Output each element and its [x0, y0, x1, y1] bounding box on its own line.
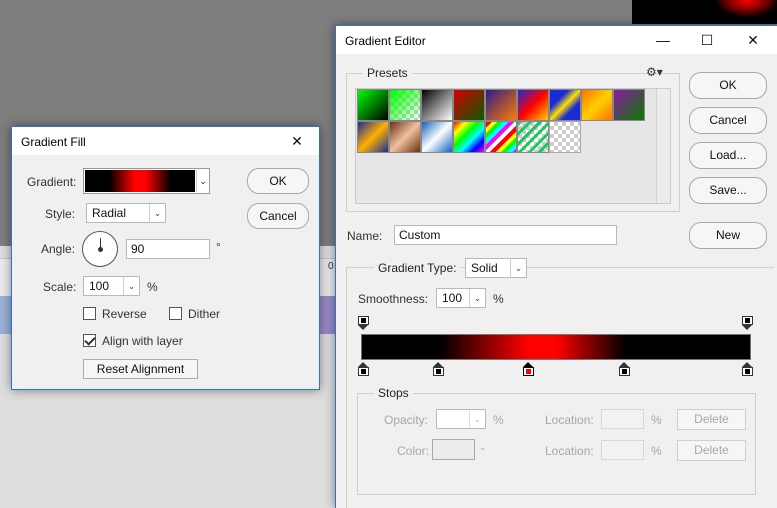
angle-unit: ° — [216, 240, 221, 254]
ok-button[interactable]: OK — [247, 168, 309, 194]
angle-label: Angle: — [41, 242, 76, 256]
gradient-label: Gradient: — [27, 175, 77, 189]
save-button[interactable]: Save... — [689, 177, 767, 204]
angle-input[interactable]: 90 — [126, 239, 210, 259]
smoothness-combobox[interactable]: 100 ⌄ — [436, 288, 486, 308]
chevron-down-icon[interactable]: ⌄ — [479, 442, 487, 453]
chevron-down-icon: ⌄ — [149, 204, 165, 222]
preset-swatch[interactable] — [485, 121, 517, 153]
load-button[interactable]: Load... — [689, 142, 767, 169]
smoothness-label: Smoothness: — [358, 292, 429, 306]
new-button[interactable]: New — [689, 222, 767, 249]
preset-swatch[interactable] — [389, 121, 421, 153]
gradient-fill-dialog: Gradient Fill ✕ Gradient: ⌄ Style: Radia… — [11, 126, 320, 390]
chevron-down-icon: ⌄ — [123, 277, 139, 295]
minimize-icon[interactable]: — — [641, 26, 685, 54]
cancel-button[interactable]: Cancel — [689, 107, 767, 134]
preset-swatch[interactable] — [357, 121, 389, 153]
opacity-location-input[interactable] — [601, 409, 644, 429]
color-stop[interactable] — [619, 362, 630, 376]
style-dropdown[interactable]: Radial ⌄ — [86, 203, 166, 223]
gradient-bar[interactable] — [361, 334, 751, 360]
ruler-digit: 0 — [328, 261, 334, 272]
preset-swatch[interactable] — [389, 89, 421, 121]
color-stop[interactable] — [742, 362, 753, 376]
reset-alignment-button[interactable]: Reset Alignment — [83, 359, 198, 379]
chevron-down-icon: ⌄ — [469, 289, 485, 307]
presets-label: Presets — [363, 66, 412, 80]
align-with-layer-checkbox[interactable] — [83, 334, 96, 347]
reverse-checkbox[interactable] — [83, 307, 96, 320]
preset-swatch[interactable] — [613, 89, 645, 121]
align-with-layer-label[interactable]: Align with layer — [102, 334, 183, 348]
maximize-icon[interactable]: ☐ — [685, 26, 729, 54]
dither-label[interactable]: Dither — [188, 307, 220, 321]
preset-swatch[interactable] — [517, 121, 549, 153]
opacity-location-unit: % — [651, 413, 662, 427]
opacity-stop[interactable] — [358, 316, 369, 330]
gradient-preview-swatch[interactable]: ⌄ — [83, 168, 210, 194]
name-label: Name: — [347, 229, 383, 243]
style-label: Style: — [45, 207, 76, 221]
angle-dial[interactable] — [82, 231, 118, 267]
gradient-editor-titlebar: Gradient Editor — ☐ ✕ — [336, 26, 777, 54]
color-stop[interactable] — [433, 362, 444, 376]
color-label: Color: — [397, 444, 430, 458]
dialog-title: Gradient Fill — [21, 135, 86, 149]
color-location-input[interactable] — [601, 440, 644, 460]
canvas-gradient-preview — [632, 0, 777, 24]
color-delete-button[interactable]: Delete — [677, 440, 746, 461]
opacity-location-label: Location: — [545, 413, 594, 427]
cancel-button[interactable]: Cancel — [247, 203, 309, 229]
preset-swatch[interactable] — [421, 121, 453, 153]
reverse-label[interactable]: Reverse — [102, 307, 147, 321]
stops-label: Stops — [374, 386, 413, 400]
gradient-fill-titlebar: Gradient Fill ✕ — [12, 127, 319, 155]
color-location-label: Location: — [545, 444, 594, 458]
ok-button[interactable]: OK — [689, 72, 767, 99]
presets-scrollbar[interactable] — [656, 89, 670, 203]
preset-swatch[interactable] — [485, 89, 517, 121]
name-input[interactable]: Custom — [394, 225, 617, 245]
preset-swatch[interactable] — [549, 121, 581, 153]
scale-label: Scale: — [43, 280, 77, 294]
opacity-unit: % — [493, 413, 504, 427]
scale-unit: % — [147, 280, 158, 294]
scale-combobox[interactable]: 100 ⌄ — [83, 276, 140, 296]
color-stop-selected[interactable] — [523, 362, 534, 376]
opacity-label: Opacity: — [384, 413, 429, 427]
smoothness-unit: % — [493, 292, 504, 306]
color-stop[interactable] — [358, 362, 369, 376]
dither-checkbox[interactable] — [169, 307, 182, 320]
close-icon[interactable]: ✕ — [731, 26, 775, 54]
dialog-title: Gradient Editor — [345, 34, 426, 48]
chevron-down-icon: ⌄ — [469, 410, 485, 428]
close-icon[interactable]: ✕ — [275, 127, 319, 155]
color-swatch[interactable] — [432, 439, 475, 460]
gradient-type-dropdown[interactable]: Solid ⌄ — [465, 258, 527, 278]
preset-swatch[interactable] — [581, 89, 613, 121]
opacity-delete-button[interactable]: Delete — [677, 409, 746, 430]
preset-swatch[interactable] — [453, 89, 485, 121]
chevron-down-icon: ⌄ — [510, 259, 526, 277]
chevron-down-icon[interactable]: ⌄ — [196, 170, 209, 192]
layer-row-thumbnail — [318, 296, 336, 334]
preset-swatch[interactable] — [517, 89, 549, 121]
opacity-stop[interactable] — [742, 316, 753, 330]
gear-icon[interactable]: ⚙▾ — [646, 65, 663, 79]
gradient-type-label: Gradient Type: — [374, 261, 461, 275]
preset-swatch[interactable] — [421, 89, 453, 121]
preset-swatch[interactable] — [549, 89, 581, 121]
preset-swatch[interactable] — [357, 89, 389, 121]
preset-swatch[interactable] — [453, 121, 485, 153]
opacity-combobox[interactable]: ⌄ — [436, 409, 486, 429]
color-location-unit: % — [651, 444, 662, 458]
gradient-editor-dialog: Gradient Editor — ☐ ✕ Presets ⚙▾ OK Canc… — [335, 25, 777, 508]
